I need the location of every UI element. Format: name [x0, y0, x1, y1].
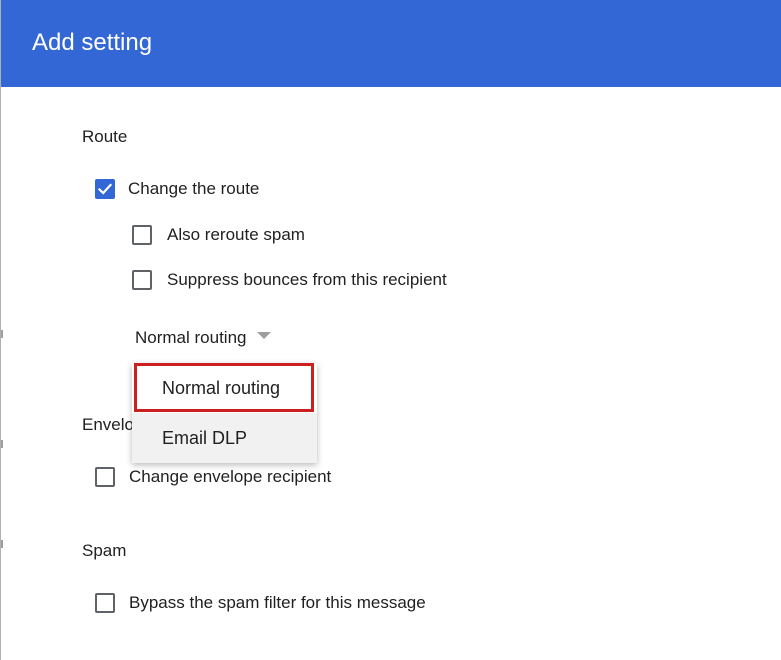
also-reroute-spam-label: Also reroute spam: [167, 225, 305, 244]
left-edge-mark: [1, 540, 3, 548]
routing-select-value: Normal routing: [135, 328, 247, 347]
change-envelope-recipient-checkbox-row[interactable]: Change envelope recipient: [95, 466, 331, 488]
dialog-header: Add setting: [1, 0, 781, 87]
dropdown-arrow-icon: [256, 331, 271, 339]
suppress-bounces-label: Suppress bounces from this recipient: [167, 270, 447, 289]
also-reroute-spam-checkbox-row[interactable]: Also reroute spam: [132, 224, 305, 246]
check-icon: [97, 183, 113, 195]
routing-select[interactable]: Normal routing: [135, 327, 271, 349]
suppress-bounces-checkbox[interactable]: [132, 270, 152, 290]
change-envelope-recipient-checkbox[interactable]: [95, 467, 115, 487]
suppress-bounces-checkbox-row[interactable]: Suppress bounces from this recipient: [132, 269, 447, 291]
bypass-spam-filter-checkbox[interactable]: [95, 593, 115, 613]
change-route-checkbox-row[interactable]: Change the route: [95, 178, 259, 200]
change-envelope-recipient-label: Change envelope recipient: [129, 467, 332, 486]
routing-dropdown-menu: Normal routing Email DLP: [132, 363, 317, 463]
left-edge-mark: [1, 330, 3, 338]
dialog-title: Add setting: [32, 29, 153, 56]
left-edge-mark: [1, 440, 3, 448]
bypass-spam-filter-label: Bypass the spam filter for this message: [129, 593, 426, 612]
change-route-checkbox[interactable]: [95, 179, 115, 199]
change-route-label: Change the route: [128, 179, 260, 198]
dropdown-option-email-dlp[interactable]: Email DLP: [132, 413, 317, 463]
add-setting-dialog: Add setting Route Change the route Also …: [0, 0, 781, 660]
route-section-title: Route: [82, 127, 128, 146]
bypass-spam-filter-checkbox-row[interactable]: Bypass the spam filter for this message: [95, 592, 426, 614]
dropdown-option-normal-routing[interactable]: Normal routing: [132, 363, 317, 413]
also-reroute-spam-checkbox[interactable]: [132, 225, 152, 245]
envelope-section-title: Envelo: [82, 415, 134, 434]
spam-section-title: Spam: [82, 541, 127, 560]
